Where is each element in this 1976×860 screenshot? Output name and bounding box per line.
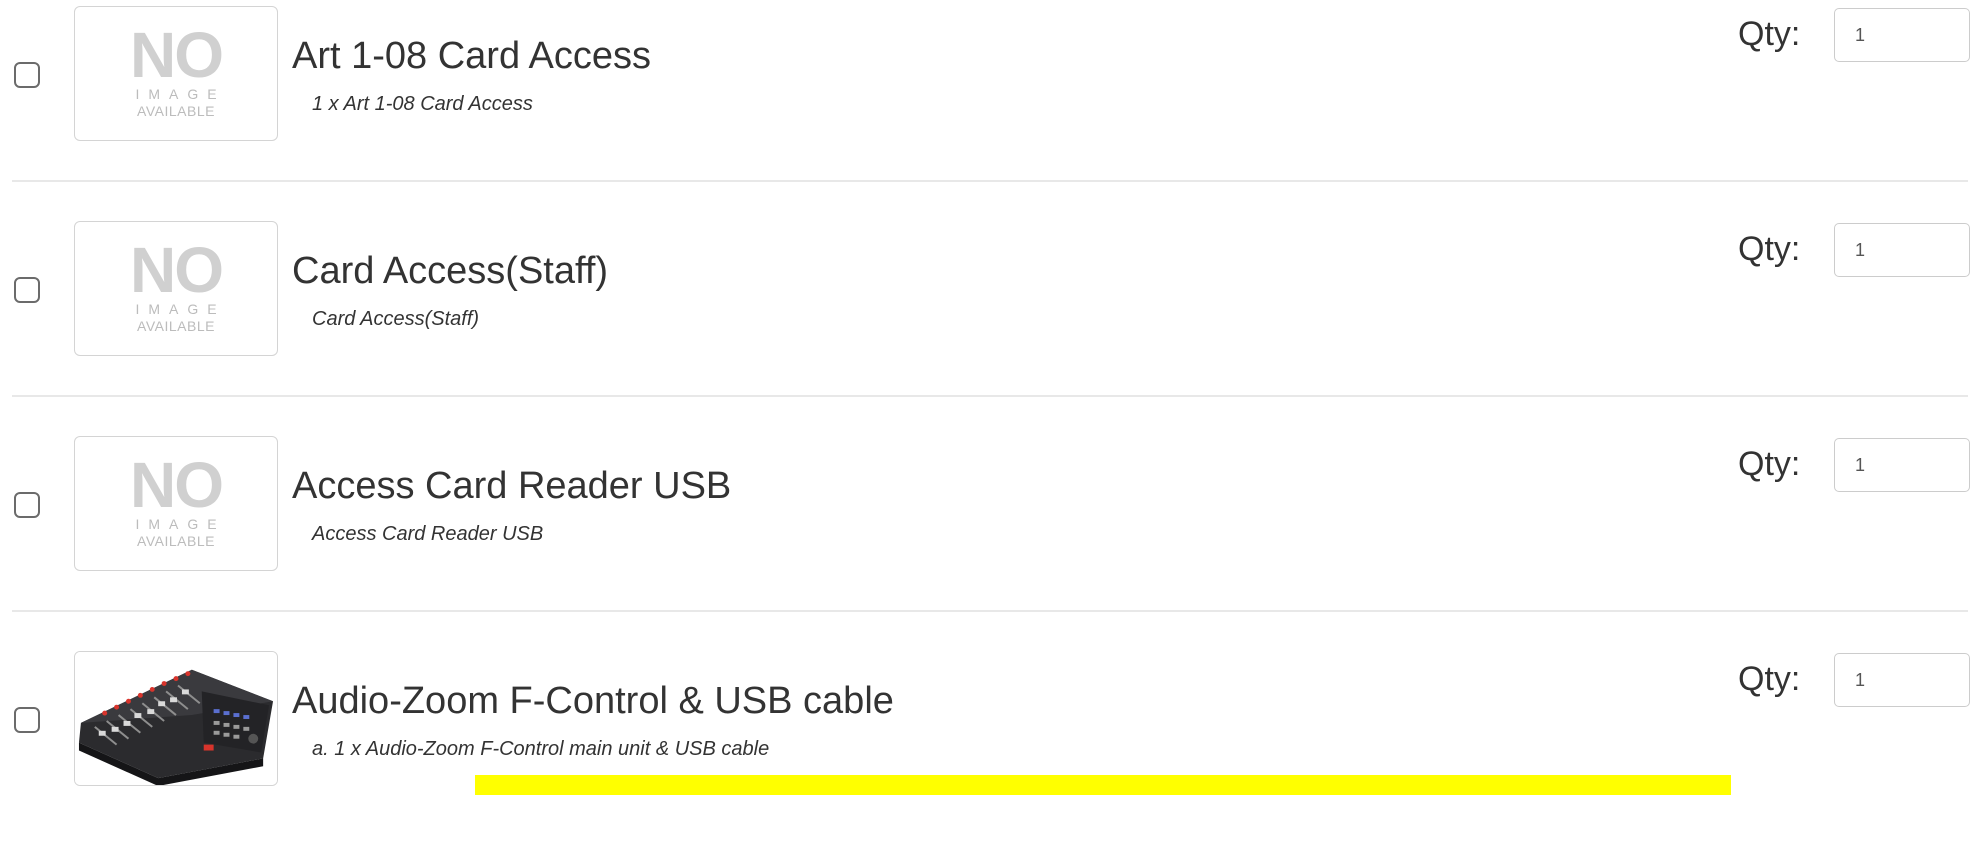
qty-label: Qty:	[1738, 660, 1801, 698]
qty-label: Qty:	[1738, 230, 1801, 268]
product-list: NO IMAGE AVAILABLE Art 1-08 Card Access …	[0, 0, 1976, 795]
product-row: NO IMAGE AVAILABLE Card Access(Staff) Ca…	[0, 215, 1976, 430]
qty-label: Qty:	[1738, 15, 1801, 53]
no-image-text: NO	[130, 19, 224, 91]
product-select-checkbox[interactable]	[14, 707, 40, 733]
no-image-subtext: IMAGE	[135, 301, 226, 317]
product-title: Audio-Zoom F-Control & USB cable	[292, 680, 894, 722]
qty-input[interactable]	[1834, 653, 1970, 707]
product-row: NO IMAGE AVAILABLE Art 1-08 Card Access …	[0, 0, 1976, 215]
product-thumbnail	[74, 651, 278, 786]
product-select-checkbox[interactable]	[14, 62, 40, 88]
product-title: Art 1-08 Card Access	[292, 35, 652, 77]
product-row: Audio-Zoom F-Control & USB cable a. 1 x …	[0, 645, 1976, 860]
product-description: a. 1 x Audio-Zoom F-Control main unit & …	[312, 738, 770, 760]
no-image-available-text: AVAILABLE	[137, 318, 215, 334]
product-description: 1 x Art 1-08 Card Access	[312, 93, 533, 115]
product-select-checkbox[interactable]	[14, 277, 40, 303]
product-row: NO IMAGE AVAILABLE Access Card Reader US…	[0, 430, 1976, 645]
row-divider	[12, 395, 1968, 397]
qty-input[interactable]	[1834, 8, 1970, 62]
no-image-subtext: IMAGE	[135, 516, 226, 532]
row-divider	[12, 180, 1968, 182]
qty-input[interactable]	[1834, 223, 1970, 277]
no-image-text: NO	[130, 449, 224, 521]
mixer-controller-photo	[75, 652, 277, 785]
product-description: Access Card Reader USB	[312, 523, 544, 545]
no-image-placeholder: NO IMAGE AVAILABLE	[75, 437, 277, 570]
row-divider	[12, 610, 1968, 612]
highlight-bar	[475, 775, 1731, 795]
product-description: Card Access(Staff)	[312, 308, 480, 330]
no-image-placeholder: NO IMAGE AVAILABLE	[75, 222, 277, 355]
product-thumbnail: NO IMAGE AVAILABLE	[74, 6, 278, 141]
product-title: Card Access(Staff)	[292, 250, 609, 292]
no-image-placeholder: NO IMAGE AVAILABLE	[75, 7, 277, 140]
qty-label: Qty:	[1738, 445, 1801, 483]
no-image-available-text: AVAILABLE	[137, 103, 215, 119]
no-image-subtext: IMAGE	[135, 86, 226, 102]
no-image-text: NO	[130, 234, 224, 306]
product-select-checkbox[interactable]	[14, 492, 40, 518]
product-thumbnail: NO IMAGE AVAILABLE	[74, 221, 278, 356]
product-title: Access Card Reader USB	[292, 465, 732, 507]
qty-input[interactable]	[1834, 438, 1970, 492]
no-image-available-text: AVAILABLE	[137, 533, 215, 549]
product-thumbnail: NO IMAGE AVAILABLE	[74, 436, 278, 571]
